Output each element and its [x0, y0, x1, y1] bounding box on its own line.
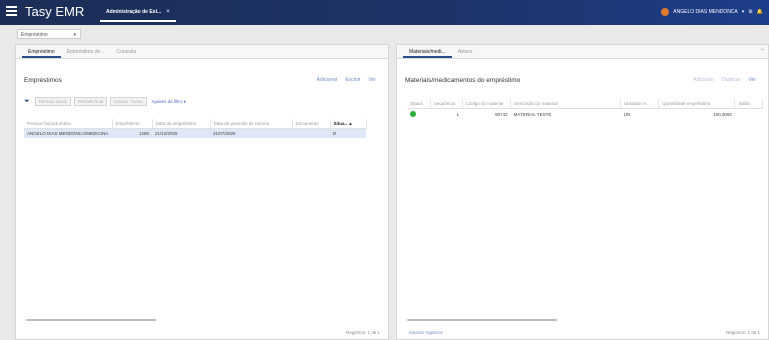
user-name: ANGELO DIAS MENDONCA — [673, 9, 738, 15]
col-quantidade[interactable]: Quantidade empréstimo — [658, 99, 736, 109]
filter-status[interactable]: Estado: Todos — [110, 97, 147, 106]
function-select[interactable]: Empréstimo ▾ — [17, 29, 81, 39]
col-sequencia[interactable]: Sequência — [430, 99, 463, 109]
col-status[interactable]: Status — [407, 99, 431, 109]
col-unidade[interactable]: Unidade m... — [620, 99, 660, 109]
col-codigo[interactable]: Código do material — [462, 99, 512, 109]
loans-tabs: Empréstimo Empréstimo de... Consulta — [16, 45, 388, 59]
app-brand: Tasy EMR — [25, 4, 85, 19]
cell-descricao: MATERIAL TESTE — [513, 112, 552, 117]
cell-unidade: UN — [623, 112, 631, 117]
settings-icon[interactable]: ⚙ — [748, 9, 752, 15]
cell-data: 21/12/2025 — [152, 128, 210, 138]
avatar — [661, 8, 670, 16]
horizontal-scrollbar[interactable] — [407, 319, 557, 321]
loans-panel: Empréstimo Empréstimo de... Consulta Emp… — [15, 44, 389, 340]
tab-label: Administração de Est... — [106, 9, 162, 15]
top-bar: Tasy EMR Administração de Est... × ANGELO… — [0, 0, 769, 25]
cell-saldo — [735, 109, 763, 121]
horizontal-scrollbar[interactable] — [26, 319, 156, 321]
chevron-down-icon: ▾ — [73, 32, 76, 38]
user-menu[interactable]: ANGELO DIAS MENDONCA ▾ ⚙ 🔔 — [661, 8, 763, 16]
view-button[interactable]: Ver — [368, 77, 376, 83]
cell-status — [407, 109, 430, 121]
bell-icon[interactable]: 🔔 — [757, 9, 763, 15]
cell-pessoa: ANGELO DIAS MENDONCA/MEDICINA — [24, 128, 112, 138]
col-emprestimo[interactable]: Empréstimo — [112, 119, 153, 129]
materials-panel: ⌃ Materiais/medi... Avisos Materiais/med… — [396, 44, 769, 340]
delete-button[interactable]: Excluir — [345, 77, 360, 83]
menu-icon[interactable] — [6, 6, 17, 16]
add-button[interactable]: Adicionar — [317, 77, 338, 83]
col-pessoa[interactable]: Pessoa física/Jurídica — [24, 119, 113, 129]
col-data[interactable]: Data do empréstimo — [152, 119, 211, 129]
tab-emprestimo-de[interactable]: Empréstimo de... — [61, 45, 111, 58]
tab-emprestimo[interactable]: Empréstimo — [22, 45, 61, 58]
collapse-icon[interactable]: ⌃ — [760, 48, 765, 55]
add-button[interactable]: Adicionar — [693, 77, 714, 83]
filter-icon[interactable]: ⏷ — [24, 98, 30, 106]
close-icon[interactable]: × — [166, 9, 170, 15]
col-descricao[interactable]: Descrição do material — [510, 99, 622, 109]
filter-start-date[interactable]: Período inicial — [34, 97, 71, 106]
cell-situacao: D — [330, 128, 366, 138]
table-header: Status Sequência Código do material Desc… — [407, 99, 763, 109]
view-button[interactable]: Ver — [748, 77, 756, 83]
chevron-down-icon[interactable]: ▾ — [742, 9, 745, 15]
cell-quantidade: 100,0000 — [713, 112, 732, 117]
show-records-link[interactable]: Mostrar registros — [409, 330, 443, 335]
col-situacao[interactable]: Situa.. ▲ — [330, 119, 367, 129]
cell-documento — [292, 128, 330, 138]
cell-sequencia: 1 — [456, 112, 459, 117]
filter-settings-link[interactable]: Ajustes de filtro ▾ — [152, 99, 186, 105]
cell-emprestimo: 1280 — [112, 128, 152, 138]
duplicate-button[interactable]: Duplicar — [722, 77, 740, 83]
status-dot-icon — [410, 111, 416, 117]
table-row[interactable]: ANGELO DIAS MENDONCA/MEDICINA 1280 21/12… — [24, 128, 366, 138]
col-saldo[interactable]: Saldo — [734, 99, 763, 109]
col-documento[interactable]: Documento — [292, 119, 331, 129]
tab-avisos[interactable]: Avisos — [452, 45, 479, 58]
materials-actions: Adicionar Duplicar Ver — [693, 77, 756, 83]
cell-previsao: 31/07/2026 — [210, 128, 292, 138]
loans-actions: Adicionar Excluir Ver — [317, 77, 376, 83]
tab-materiais[interactable]: Materiais/medi... — [403, 45, 452, 58]
materials-record-count: Registros: 1 de 1 — [725, 330, 760, 335]
materials-table: Status Sequência Código do material Desc… — [407, 99, 763, 120]
filter-end-date[interactable]: Período final — [73, 97, 108, 106]
cell-codigo: 80742 — [495, 112, 508, 117]
loans-table: Pessoa física/Jurídica Empréstimo Data d… — [24, 119, 367, 138]
loans-record-count: Registros: 1 de 1 — [345, 330, 380, 335]
materials-title: Materiais/medicamentos do empréstimo — [405, 77, 521, 84]
col-previsao[interactable]: Data de previsão de retorno — [210, 119, 293, 129]
table-row[interactable]: 1 80742 MATERIAL TESTE UN 100,0000 — [407, 109, 763, 121]
loans-title: Empréstimos — [24, 77, 62, 84]
tab-administracao-estoque[interactable]: Administração de Est... × — [100, 3, 176, 22]
materials-tabs: Materiais/medi... Avisos — [397, 45, 768, 59]
filter-bar: ⏷ Período inicial Período final Estado: … — [24, 97, 186, 106]
function-select-value: Empréstimo — [21, 32, 48, 38]
tab-consulta[interactable]: Consulta — [110, 45, 142, 58]
table-header: Pessoa física/Jurídica Empréstimo Data d… — [24, 119, 367, 129]
